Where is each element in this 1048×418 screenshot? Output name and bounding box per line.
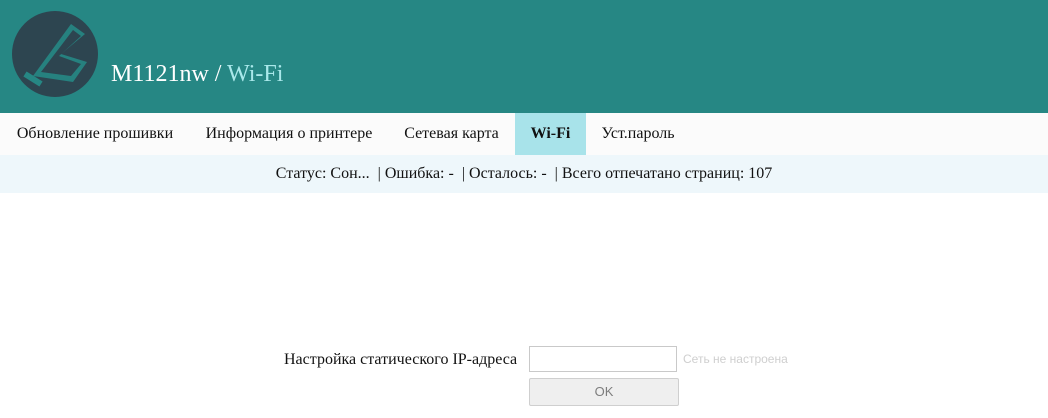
total-pages-text: | Всего отпечатано страниц: 107	[554, 165, 773, 182]
tab-set-password[interactable]: Уст.пароль	[586, 113, 690, 155]
title-separator: /	[208, 61, 228, 87]
tab-firmware-update[interactable]: Обновление прошивки	[0, 113, 190, 155]
ok-button[interactable]: OK	[529, 378, 679, 406]
tab-network-card[interactable]: Сетевая карта	[388, 113, 515, 155]
tab-printer-info[interactable]: Информация о принтере	[190, 113, 388, 155]
network-status-note: Сеть не настроена	[683, 352, 788, 366]
header-bar: M1121nw / Wi-Fi	[0, 0, 1048, 113]
status-text: Статус: Сон...	[275, 165, 370, 182]
model-name: M1121nw	[111, 61, 209, 87]
remaining-text: | Осталось: -	[461, 165, 547, 182]
static-ip-label: Настройка статического IP-адреса	[284, 351, 518, 368]
tab-wifi[interactable]: Wi-Fi	[515, 113, 586, 155]
error-text: | Ошибка: -	[377, 165, 454, 182]
main-navigation: Обновление прошивки Информация о принтер…	[0, 113, 1048, 155]
status-bar: Статус: Сон... | Ошибка: - | Осталось: -…	[0, 155, 1048, 193]
current-page-name: Wi-Fi	[227, 61, 284, 87]
static-ip-input[interactable]	[529, 346, 677, 372]
page-title: M1121nw / Wi-Fi	[111, 60, 283, 88]
brand-logo-icon	[11, 10, 99, 98]
